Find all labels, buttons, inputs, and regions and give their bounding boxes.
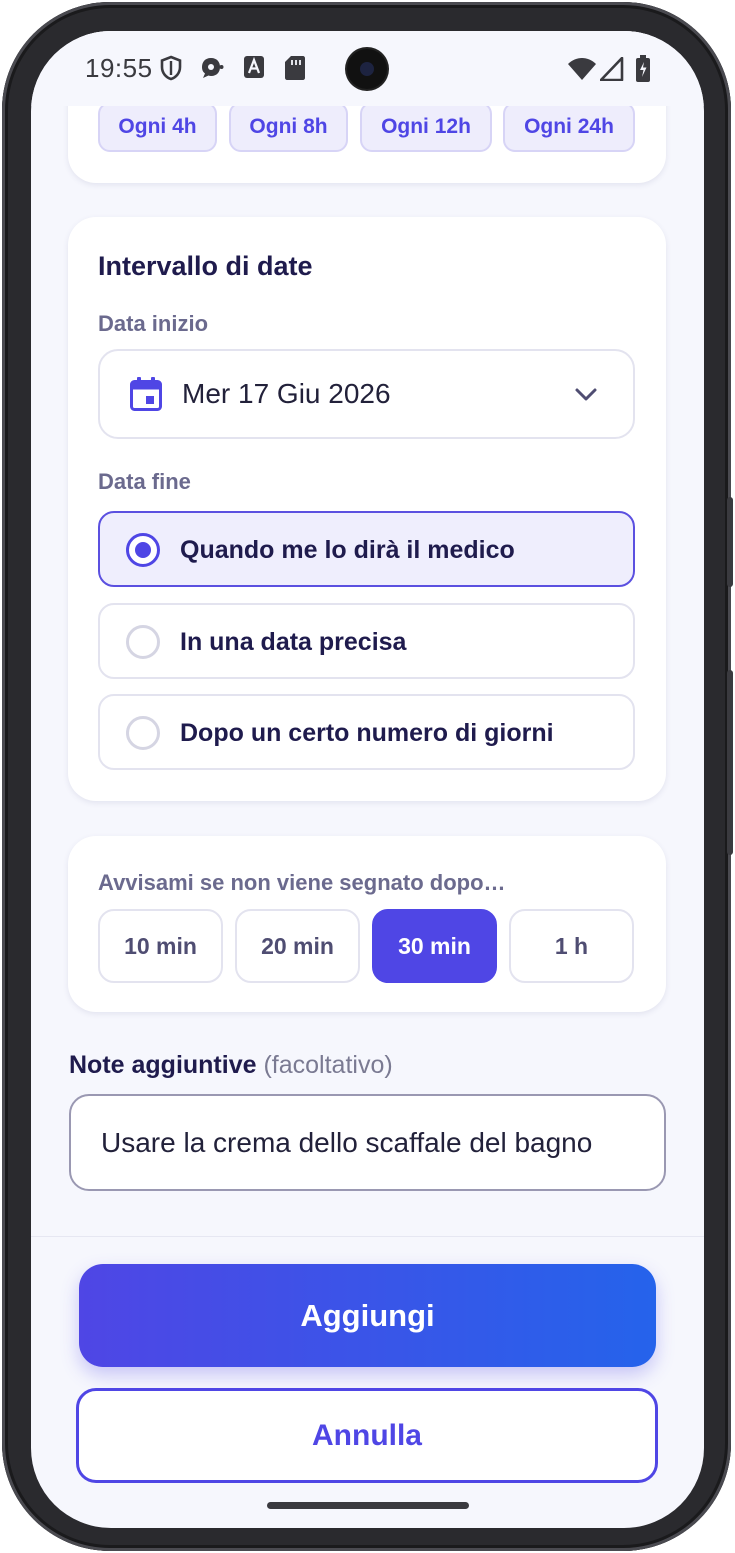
home-indicator[interactable] [267, 1502, 469, 1509]
date-range-card: Intervallo di date Data inizio Mer 17 Gi… [68, 217, 666, 801]
chevron-down-icon [575, 388, 597, 401]
app-screen: 19:55 Ogni 4h Ogni 8h Ogni 12h Ogni 24h … [31, 31, 704, 1528]
notes-input[interactable]: Usare la crema dello scaffale del bagno [69, 1094, 666, 1191]
notes-label-text: Note aggiuntive [69, 1051, 257, 1079]
frequency-chip-4h[interactable]: Ogni 4h [98, 102, 217, 152]
phone-frame: 19:55 Ogni 4h Ogni 8h Ogni 12h Ogni 24h … [2, 2, 733, 1551]
radio-selected-icon [126, 533, 160, 567]
reminder-option-20min[interactable]: 20 min [235, 909, 360, 983]
shield-icon [160, 55, 182, 81]
end-option-number-of-days[interactable]: Dopo un certo numero di giorni [98, 694, 635, 770]
status-bar: 19:55 [31, 31, 704, 106]
reminder-option-1h[interactable]: 1 h [509, 909, 634, 983]
end-option-label: Dopo un certo numero di giorni [180, 719, 554, 747]
end-option-label: In una data precisa [180, 628, 407, 656]
date-range-title: Intervallo di date [98, 251, 313, 281]
reminder-label: Avvisami se non viene segnato dopo… [98, 870, 506, 895]
reminder-option-10min[interactable]: 10 min [98, 909, 223, 983]
end-option-specific-date[interactable]: In una data precisa [98, 603, 635, 679]
start-date-value: Mer 17 Giu 2026 [182, 378, 391, 409]
front-camera [347, 49, 387, 89]
end-date-label: Data fine [98, 469, 191, 494]
divider [31, 1236, 704, 1237]
radio-unselected-icon [126, 625, 160, 659]
text-a-icon [244, 56, 264, 78]
frequency-chip-12h[interactable]: Ogni 12h [360, 102, 492, 152]
calendar-icon [130, 377, 162, 411]
sd-card-icon [285, 56, 305, 80]
status-time: 19:55 [85, 53, 153, 83]
start-date-field[interactable]: Mer 17 Giu 2026 [98, 349, 635, 439]
volume-button [727, 497, 733, 587]
end-option-label: Quando me lo dirà il medico [180, 536, 515, 564]
radio-unselected-icon [126, 716, 160, 750]
power-button [727, 670, 733, 855]
battery-charging-icon [636, 55, 650, 82]
frequency-chip-8h[interactable]: Ogni 8h [229, 102, 348, 152]
wifi-icon [568, 58, 596, 80]
notes-input-value: Usare la crema dello scaffale del bagno [101, 1126, 593, 1158]
notes-label: Note aggiuntive (facoltativo) [69, 1051, 393, 1080]
add-button[interactable]: Aggiungi [79, 1264, 656, 1367]
end-option-doctor[interactable]: Quando me lo dirà il medico [98, 511, 635, 587]
reminder-card: Avvisami se non viene segnato dopo… 10 m… [68, 836, 666, 1012]
reminder-option-30min[interactable]: 30 min [372, 909, 497, 983]
cancel-button[interactable]: Annulla [76, 1388, 658, 1483]
start-date-label: Data inizio [98, 311, 209, 336]
messaging-icon [202, 58, 224, 78]
frequency-chip-24h[interactable]: Ogni 24h [503, 102, 635, 152]
notes-optional-hint: (facoltativo) [263, 1051, 393, 1079]
signal-icon [600, 57, 624, 81]
